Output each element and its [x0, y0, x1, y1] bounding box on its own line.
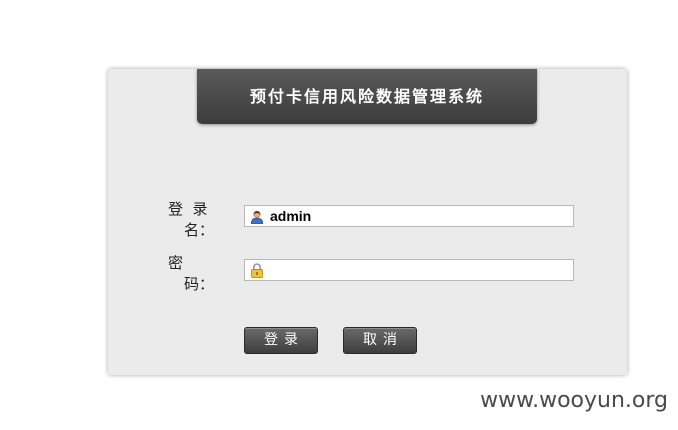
- password-label-line1: 密: [168, 254, 184, 272]
- lock-icon: [250, 263, 264, 278]
- username-value: admin: [270, 208, 312, 224]
- username-field[interactable]: admin: [244, 205, 574, 227]
- password-label-line2: 码：: [184, 275, 215, 293]
- watermark: www.wooyun.org: [480, 388, 668, 413]
- username-label-line2: 名：: [184, 221, 215, 239]
- cancel-button[interactable]: 取消: [343, 327, 417, 354]
- username-label-line1: 登 录: [168, 200, 208, 218]
- user-icon: [250, 209, 264, 224]
- password-field[interactable]: [244, 259, 574, 281]
- login-button[interactable]: 登录: [244, 327, 318, 354]
- page-title: 预付卡信用风险数据管理系统: [197, 69, 537, 124]
